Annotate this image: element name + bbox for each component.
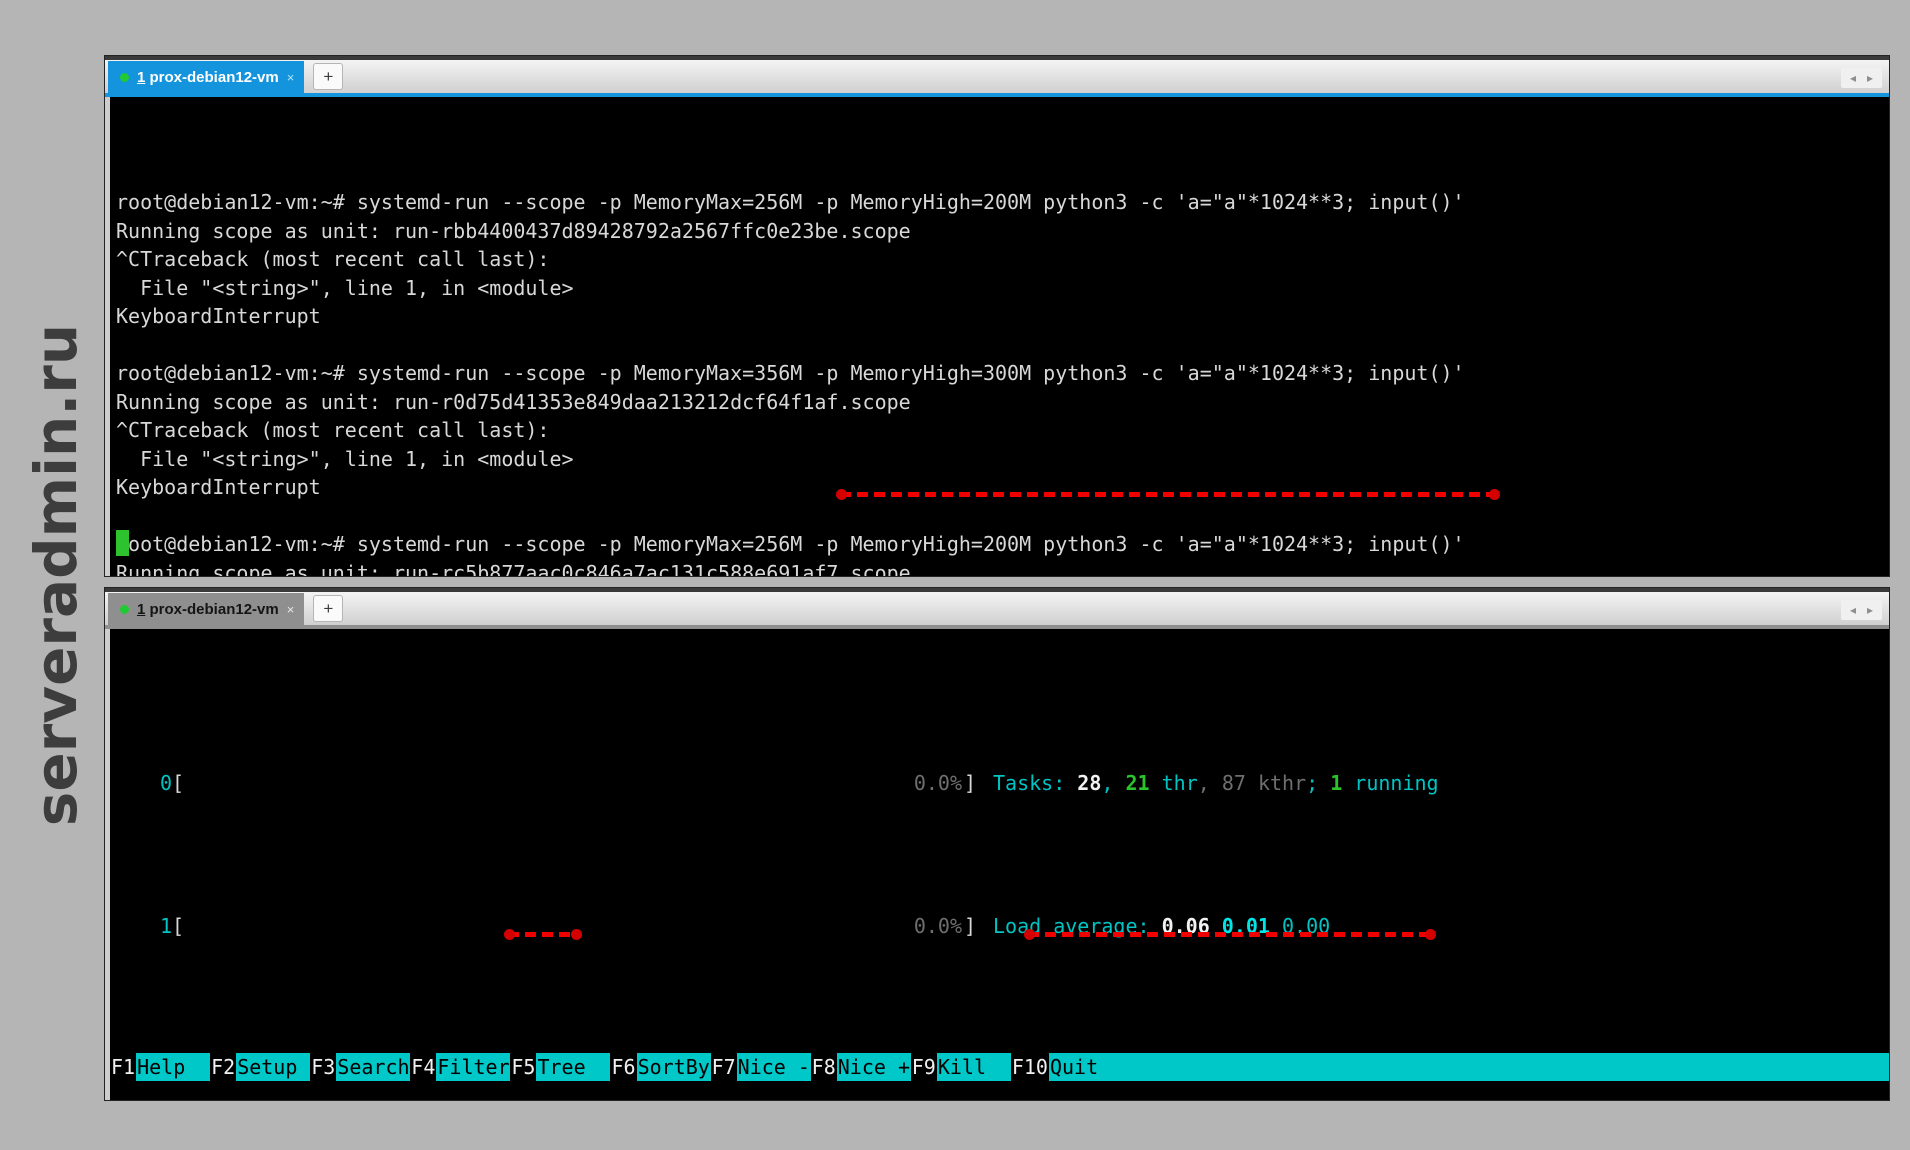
tab-prox-debian12-vm-bottom[interactable]: 1 prox-debian12-vm ×	[108, 593, 304, 625]
terminal-line: root@debian12-vm:~# systemd-run --scope …	[116, 188, 1889, 217]
cpu-value: 0.0%	[914, 912, 962, 940]
cpu-id: 0	[116, 769, 172, 798]
terminal-line: root@debian12-vm:~# systemd-run --scope …	[116, 359, 1889, 388]
scroll-left-icon[interactable]: ◂	[1850, 71, 1856, 85]
annotation-underline-python-process	[1028, 932, 1432, 937]
terminal-line: Running scope as unit: run-r0d75d41353e8…	[116, 388, 1889, 417]
terminal-output-top[interactable]: root@debian12-vm:~# systemd-run --scope …	[105, 97, 1889, 576]
terminal-line: root@debian12-vm:~# systemd-run --scope …	[116, 530, 1889, 559]
tab-title: prox-debian12-vm	[150, 601, 279, 618]
scroll-right-icon[interactable]: ▸	[1867, 603, 1873, 617]
fkey-f10[interactable]: F10	[1011, 1053, 1049, 1081]
terminal-line: KeyboardInterrupt	[116, 473, 1889, 502]
terminal-line: Running scope as unit: run-rbb4400437d89…	[116, 217, 1889, 246]
tasks-summary: Tasks: 28, 21 thr, 87 kthr; 1 running	[993, 769, 1439, 798]
tab-prox-debian12-vm-top[interactable]: 1 prox-debian12-vm ×	[108, 61, 304, 93]
htop-function-key-bar: F1HelpF2SetupF3SearchF4FilterF5TreeF6Sor…	[110, 1053, 1889, 1081]
annotation-underline-res-value	[508, 932, 578, 937]
fkey-f4[interactable]: F4	[410, 1053, 436, 1081]
fkey-f3[interactable]: F3	[310, 1053, 336, 1081]
new-tab-button[interactable]: +	[313, 63, 343, 90]
terminal-line: ^CTraceback (most recent call last):	[116, 416, 1889, 445]
cpu-value: 0.0%	[914, 769, 962, 797]
fkey-label-help[interactable]: Help	[136, 1053, 210, 1081]
terminal-line: ^CTraceback (most recent call last):	[116, 245, 1889, 274]
fkey-label-search[interactable]: Search	[336, 1053, 410, 1081]
terminal-window-bottom: 1 prox-debian12-vm × + ◂ ▸ 0[0.0%] Tasks…	[104, 587, 1890, 1101]
session-status-dot	[120, 605, 129, 614]
tab-number: 1	[137, 601, 145, 618]
new-tab-button[interactable]: +	[313, 595, 343, 622]
desktop: serveradmin.ru 1 prox-debian12-vm × + ◂ …	[0, 0, 1910, 1150]
terminal-line: Running scope as unit: run-rc5b877aac0c8…	[116, 559, 1889, 577]
terminal-line: File "<string>", line 1, in <module>	[116, 445, 1889, 474]
tab-number: 1	[137, 69, 145, 86]
fkey-f6[interactable]: F6	[610, 1053, 636, 1081]
fkey-bar-filler	[1123, 1053, 1889, 1081]
fkey-label-kill[interactable]: Kill	[937, 1053, 1011, 1081]
session-status-dot	[120, 73, 129, 82]
tab-scroll-arrows: ◂ ▸	[1841, 68, 1882, 88]
watermark: serveradmin.ru	[22, 295, 90, 855]
terminal-line	[116, 502, 1889, 531]
htop-panel: 0[0.0%] Tasks: 28, 21 thr, 87 kthr; 1 ru…	[105, 629, 1889, 1100]
tab-title: prox-debian12-vm	[150, 69, 279, 86]
cpu-meter-1: 1[0.0%] Load average: 0.06 0.01 0.00	[110, 912, 1889, 941]
fkey-f2[interactable]: F2	[210, 1053, 236, 1081]
cpu-meter-0: 0[0.0%] Tasks: 28, 21 thr, 87 kthr; 1 ru…	[110, 769, 1889, 798]
terminal-line	[116, 331, 1889, 360]
fkey-f7[interactable]: F7	[711, 1053, 737, 1081]
fkey-label-filter[interactable]: Filter	[436, 1053, 510, 1081]
terminal-line: File "<string>", line 1, in <module>	[116, 274, 1889, 303]
tab-bar-bottom: 1 prox-debian12-vm × + ◂ ▸	[105, 588, 1889, 625]
tab-close-icon[interactable]: ×	[287, 70, 295, 85]
fkey-label-nice[interactable]: Nice +	[837, 1053, 911, 1081]
tab-label: 1 prox-debian12-vm	[137, 601, 279, 618]
fkey-label-setup[interactable]: Setup	[236, 1053, 310, 1081]
terminal-cursor	[116, 530, 129, 556]
fkey-label-nice[interactable]: Nice -	[737, 1053, 811, 1081]
terminal-line: KeyboardInterrupt	[116, 302, 1889, 331]
tab-bar-top: 1 prox-debian12-vm × + ◂ ▸	[105, 56, 1889, 93]
terminal-window-top: 1 prox-debian12-vm × + ◂ ▸ root@debian12…	[104, 55, 1890, 577]
tab-close-icon[interactable]: ×	[287, 602, 295, 617]
scroll-right-icon[interactable]: ▸	[1867, 71, 1873, 85]
fkey-label-sortby[interactable]: SortBy	[637, 1053, 711, 1081]
scroll-left-icon[interactable]: ◂	[1850, 603, 1856, 617]
annotation-underline-command	[840, 492, 1496, 497]
fkey-label-tree[interactable]: Tree	[536, 1053, 610, 1081]
fkey-f9[interactable]: F9	[911, 1053, 937, 1081]
tab-scroll-arrows: ◂ ▸	[1841, 600, 1882, 620]
cpu-id: 1	[116, 912, 172, 941]
terminal-lines: root@debian12-vm:~# systemd-run --scope …	[116, 188, 1889, 576]
fkey-f8[interactable]: F8	[811, 1053, 837, 1081]
fkey-f5[interactable]: F5	[510, 1053, 536, 1081]
fkey-label-quit[interactable]: Quit	[1049, 1053, 1123, 1081]
fkey-f1[interactable]: F1	[110, 1053, 136, 1081]
tab-label: 1 prox-debian12-vm	[137, 69, 279, 86]
